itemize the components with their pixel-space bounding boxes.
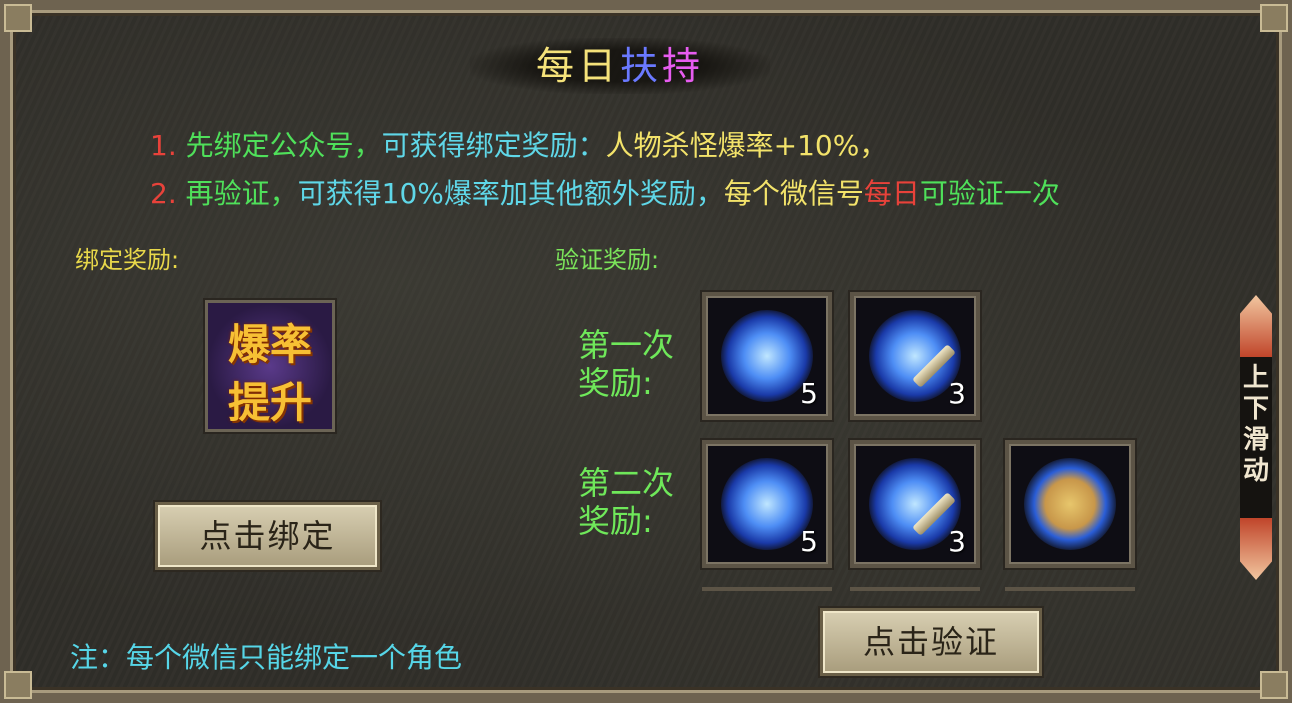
page-title: 每日扶持 <box>470 38 770 94</box>
item-count: 3 <box>948 525 966 558</box>
bind-button[interactable]: 点击绑定 <box>155 502 380 570</box>
line1-number: 1. <box>150 129 177 162</box>
scroll-hint-text: 上下滑动 <box>1240 357 1272 518</box>
line2-number: 2. <box>150 177 177 210</box>
title-part1: 每日 <box>535 44 620 88</box>
reward-slot[interactable]: 5 <box>702 292 832 420</box>
instruction-line-2: 2. 再验证，可获得10%爆率加其他额外奖励，每个微信号每日可验证一次 <box>150 172 1060 212</box>
frame-corner <box>4 671 32 699</box>
golden-orb-icon <box>1024 458 1116 550</box>
reward-slot-peek <box>1005 587 1135 597</box>
line1-part-a: 先绑定公众号， <box>185 129 382 162</box>
frame-corner <box>4 4 32 32</box>
tier1-label: 第一次 奖励: <box>578 326 698 402</box>
title-part2: 扶 <box>619 44 662 88</box>
scroll-hint[interactable]: 上下滑动 <box>1240 295 1272 580</box>
title-part3: 持 <box>662 44 705 88</box>
line2-part-d: 每日 <box>863 177 920 210</box>
line2-part-b: 可获得10%爆率加其他额外奖励， <box>297 177 724 210</box>
instruction-line-1: 1. 先绑定公众号，可获得绑定奖励：人物杀怪爆率+10%， <box>150 124 887 164</box>
line2-part-e: 可验证一次 <box>919 177 1060 210</box>
tier1-label-line2: 奖励: <box>578 364 653 402</box>
item-count: 5 <box>800 377 818 410</box>
frame-corner <box>1260 671 1288 699</box>
tier2-label-line1: 第二次 <box>578 464 675 502</box>
line1-part-b: 可获得绑定奖励： <box>381 129 606 162</box>
boost-icon-text-top: 爆率 <box>227 320 312 369</box>
tier1-label-line1: 第一次 <box>578 326 675 364</box>
drop-rate-boost-icon: 爆率 提升 <box>205 300 335 432</box>
item-count: 3 <box>948 377 966 410</box>
frame-corner <box>1260 4 1288 32</box>
item-count: 5 <box>800 525 818 558</box>
verify-button[interactable]: 点击验证 <box>820 608 1042 676</box>
reward-slot[interactable]: 3 <box>850 440 980 568</box>
reward-slot[interactable] <box>1005 440 1135 568</box>
bind-reward-label: 绑定奖励: <box>75 246 180 274</box>
footer-note: 注：每个微信只能绑定一个角色 <box>70 641 463 674</box>
reward-slot-peek <box>702 587 832 597</box>
reward-slot[interactable]: 3 <box>850 292 980 420</box>
reward-slot-peek <box>850 587 980 597</box>
line1-part-c: 人物杀怪爆率+10%， <box>605 129 888 162</box>
verify-reward-label: 验证奖励: <box>555 246 660 274</box>
tier2-label: 第二次 奖励: <box>578 464 698 540</box>
reward-slot[interactable]: 5 <box>702 440 832 568</box>
tier2-label-line2: 奖励: <box>578 502 653 540</box>
scroll-up-arrow-icon[interactable] <box>1240 295 1272 357</box>
line2-part-c: 每个微信号 <box>723 177 864 210</box>
scroll-down-arrow-icon[interactable] <box>1240 518 1272 580</box>
line2-part-a: 再验证， <box>185 177 298 210</box>
boost-icon-text-bottom: 提升 <box>227 378 312 427</box>
